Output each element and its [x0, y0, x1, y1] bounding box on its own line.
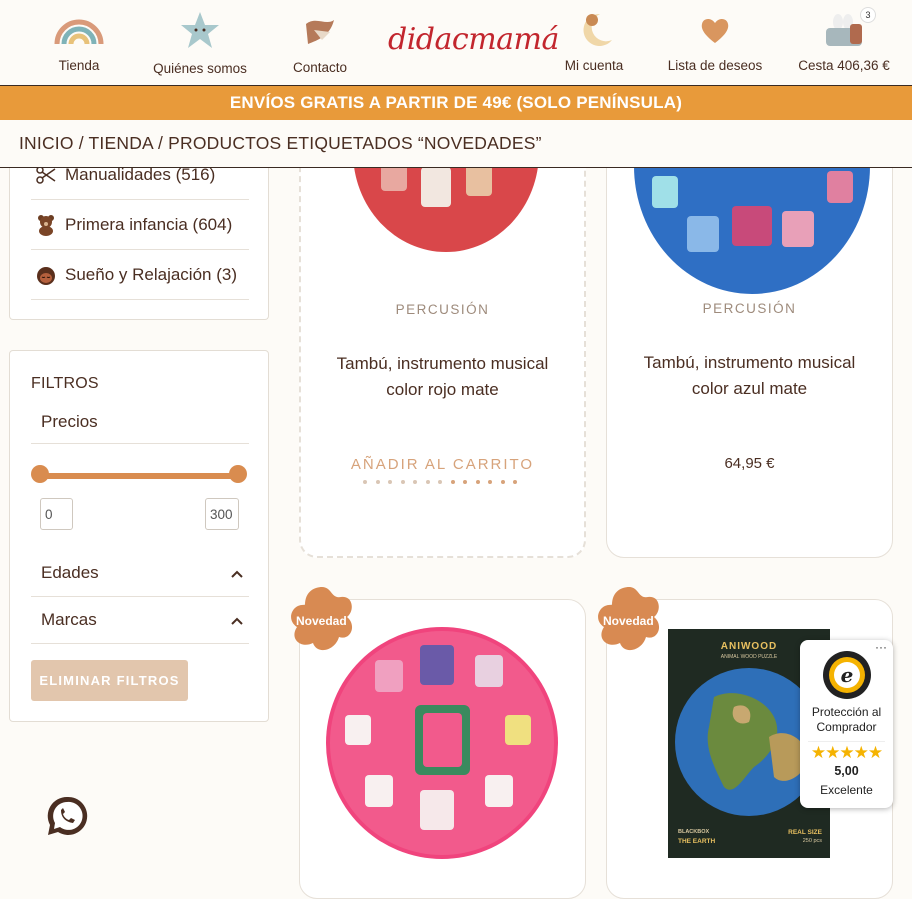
- price-slider-max-handle[interactable]: [229, 465, 247, 483]
- heart-icon: [699, 10, 731, 50]
- breadcrumb-bar: INICIO / TIENDA / PRODUCTOS ETIQUETADOS …: [0, 120, 912, 168]
- teddy-bear-icon: [31, 214, 61, 236]
- nav-quienes-somos[interactable]: Quiénes somos: [150, 0, 250, 86]
- category-label: Primera infancia (604): [65, 214, 233, 234]
- ages-filter[interactable]: Edades: [31, 550, 249, 597]
- trusted-line: Protección al: [811, 705, 882, 719]
- ages-label: Edades: [41, 563, 99, 582]
- nav-tienda-label: Tienda: [58, 58, 100, 73]
- product-category: PERCUSIÓN: [395, 302, 490, 317]
- product-name[interactable]: Tambú, instrumento musical color rojo ma…: [301, 351, 584, 403]
- category-item-sueno-relajacion[interactable]: Sueño y Relajación (3): [31, 250, 249, 300]
- svg-text:e: e: [841, 663, 854, 687]
- product-name-line: Tambú, instrumento musical: [336, 354, 549, 373]
- puzzle-label: THE EARTH: [678, 838, 716, 845]
- novedad-label: Novedad: [296, 614, 347, 628]
- rating-stars: ★★★★★: [810, 743, 883, 762]
- product-name-line: color rojo mate: [386, 380, 499, 399]
- novedad-badge: Novedad: [594, 585, 664, 660]
- rating-text: Excelente: [820, 783, 873, 797]
- nav-contacto-label: Contacto: [292, 60, 348, 75]
- nav-deseos-label: Lista de deseos: [667, 58, 763, 73]
- price-min-input[interactable]: 0: [40, 498, 73, 530]
- product-category: PERCUSIÓN: [702, 301, 797, 316]
- category-label: Sueño y Relajación (3): [65, 264, 237, 284]
- filters-panel: FILTROS Precios 0 300 Edades Marcas ELIM…: [9, 350, 269, 722]
- puzzle-label: 250 pcs: [802, 838, 822, 844]
- trusted-line: Comprador: [816, 720, 877, 734]
- loading-dots: [363, 480, 517, 484]
- category-item-primera-infancia[interactable]: Primera infancia (604): [31, 200, 249, 250]
- rating-score: 5,00: [834, 764, 859, 778]
- nav-lista-deseos[interactable]: Lista de deseos: [665, 0, 765, 86]
- puzzle-label: BLACKBOX: [678, 829, 710, 835]
- trusted-shops-seal-icon: e: [823, 651, 871, 699]
- whatsapp-icon[interactable]: [46, 795, 88, 842]
- product-name-line: Tambú, instrumento musical: [643, 353, 856, 372]
- rainbow-icon: [53, 10, 105, 50]
- filters-title: FILTROS: [31, 375, 99, 392]
- clear-filters-button[interactable]: ELIMINAR FILTROS: [31, 660, 188, 701]
- brands-filter[interactable]: Marcas: [31, 597, 249, 644]
- didacmama-logo[interactable]: didacmamá: [388, 22, 559, 57]
- nav-cesta-label: Cesta 406,36 €: [798, 58, 890, 73]
- add-to-cart-button[interactable]: AÑADIR AL CARRITO: [301, 456, 584, 473]
- star-icon: [178, 10, 222, 50]
- basket-icon: 3: [820, 7, 876, 50]
- nav-tienda[interactable]: Tienda: [48, 0, 110, 86]
- trusted-shops-widget[interactable]: ··· e Protección al Comprador ★★★★★ 5,00…: [800, 640, 893, 808]
- chevron-up-icon: [231, 565, 243, 581]
- more-options-icon[interactable]: ···: [875, 640, 887, 654]
- breadcrumb[interactable]: INICIO / TIENDA / PRODUCTOS ETIQUETADOS …: [19, 133, 542, 154]
- prices-label: Precios: [31, 401, 249, 444]
- nav-mi-cuenta-label: Mi cuenta: [564, 58, 624, 73]
- brands-label: Marcas: [41, 610, 97, 629]
- sleeping-child-icon: [31, 264, 61, 286]
- chevron-up-icon: [231, 612, 243, 628]
- cart-count-badge: 3: [860, 7, 876, 23]
- product-card[interactable]: PERCUSIÓN Tambú, instrumento musical col…: [606, 120, 893, 558]
- nav-mi-cuenta[interactable]: Mi cuenta: [560, 0, 628, 86]
- promo-banner: ENVÍOS GRATIS A PARTIR DE 49€ (SOLO PENÍ…: [0, 86, 912, 120]
- top-navigation: Tienda Quiénes somos Contacto didacmamá …: [0, 0, 912, 86]
- product-card[interactable]: PERCUSIÓN Tambú, instrumento musical col…: [299, 120, 586, 558]
- novedad-badge: Novedad: [287, 585, 357, 660]
- pink-tongue-drum-image: [326, 627, 558, 859]
- puzzle-label: REAL SIZE: [788, 829, 822, 836]
- moon-icon: [572, 10, 616, 50]
- trusted-shops-text: Protección al Comprador: [800, 705, 893, 735]
- category-list: Manualidades (516) Primera infancia (604…: [9, 150, 269, 320]
- price-slider-track[interactable]: [41, 473, 238, 479]
- price-max-input[interactable]: 300: [205, 498, 239, 530]
- product-name[interactable]: Tambú, instrumento musical color azul ma…: [607, 350, 892, 402]
- product-price: 64,95 €: [724, 455, 775, 472]
- nav-cesta[interactable]: 3 Cesta 406,36 €: [794, 0, 894, 86]
- novedad-label: Novedad: [603, 614, 654, 628]
- divider: [808, 741, 885, 742]
- nav-quienes-label: Quiénes somos: [153, 61, 247, 76]
- product-name-line: color azul mate: [691, 379, 808, 398]
- nav-contacto[interactable]: Contacto: [290, 0, 350, 86]
- bird-icon: [300, 10, 340, 50]
- price-slider-min-handle[interactable]: [31, 465, 49, 483]
